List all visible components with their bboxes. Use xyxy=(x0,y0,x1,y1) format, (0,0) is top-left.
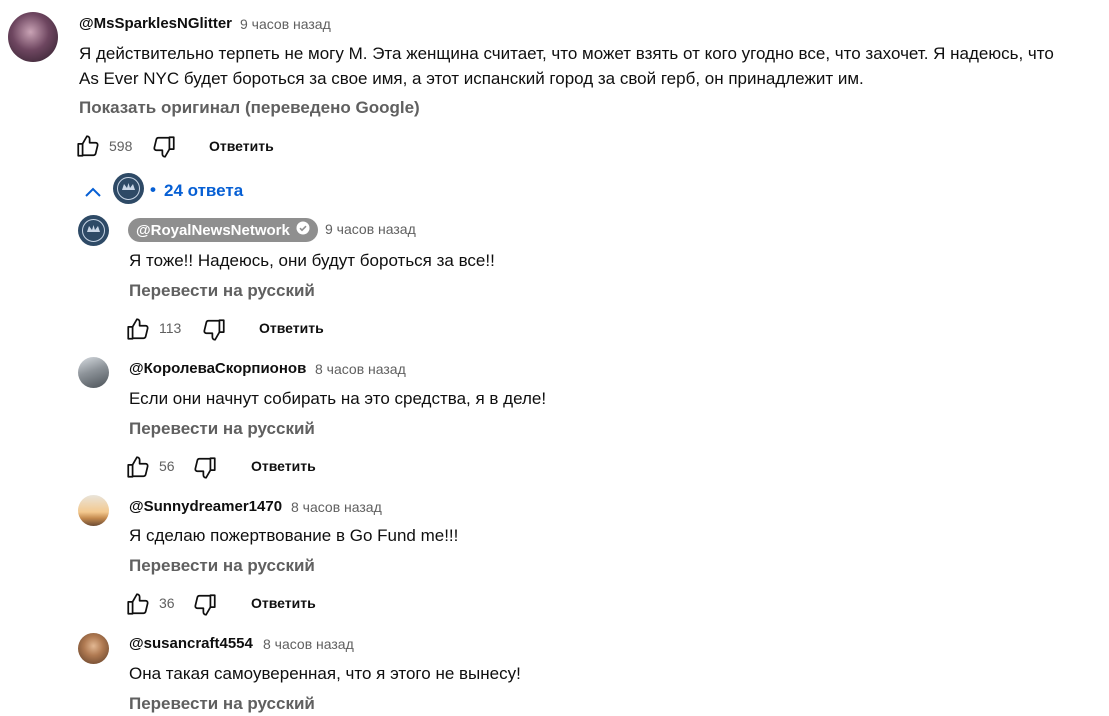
dislike-icon[interactable] xyxy=(192,455,218,481)
translate-link[interactable]: Перевести на русский xyxy=(129,281,315,301)
reply-avatar[interactable] xyxy=(78,495,109,526)
like-icon[interactable] xyxy=(125,316,151,342)
chevron-up-icon[interactable] xyxy=(82,182,104,202)
like-count: 36 xyxy=(159,595,175,611)
translate-link[interactable]: Перевести на русский xyxy=(129,556,315,576)
reply-button[interactable]: Ответить xyxy=(251,595,316,611)
main-comment-avatar[interactable] xyxy=(8,12,58,62)
reply-author[interactable]: @susancraft4554 xyxy=(129,635,253,652)
translate-link[interactable]: Перевести на русский xyxy=(129,694,315,714)
translate-link[interactable]: Перевести на русский xyxy=(129,419,315,439)
reply-author[interactable]: @Sunnydreamer1470 xyxy=(129,498,282,515)
reply-author: @RoyalNewsNetwork xyxy=(136,221,290,239)
replies-count-button[interactable]: 24 ответа xyxy=(164,181,243,201)
reply-avatar[interactable] xyxy=(78,215,109,246)
like-icon[interactable] xyxy=(125,591,151,617)
reply-text: Я сделаю пожертвование в Go Fund me!!! xyxy=(129,526,459,545)
verified-icon xyxy=(296,221,310,239)
reply-author[interactable]: @КоролеваСкорпионов xyxy=(129,360,306,377)
reply-time[interactable]: 9 часов назад xyxy=(325,221,416,237)
reply-avatar[interactable] xyxy=(78,633,109,664)
reply-text: Я тоже!! Надеюсь, они будут бороться за … xyxy=(129,251,495,270)
show-original-link[interactable]: Показать оригинал (переведено Google) xyxy=(79,98,420,118)
reply-text: Она такая самоуверенная, что я этого не … xyxy=(129,664,521,683)
like-icon[interactable] xyxy=(75,133,101,159)
reply-time[interactable]: 8 часов назад xyxy=(291,499,382,515)
reply-text: Если они начнут собирать на это средства… xyxy=(129,389,547,408)
dislike-icon[interactable] xyxy=(151,134,177,160)
reply-time[interactable]: 8 часов назад xyxy=(263,636,354,652)
like-count: 113 xyxy=(159,320,182,336)
creator-avatar-small xyxy=(113,173,144,204)
main-comment-text-line1: Я действительно терпеть не могу М. Эта ж… xyxy=(79,44,1054,63)
replies-bullet: • xyxy=(150,180,156,199)
like-icon[interactable] xyxy=(125,454,151,480)
reply-time[interactable]: 8 часов назад xyxy=(315,361,406,377)
creator-author-chip[interactable]: @RoyalNewsNetwork xyxy=(128,218,318,242)
reply-avatar[interactable] xyxy=(78,357,109,388)
dislike-icon[interactable] xyxy=(201,317,227,343)
reply-button[interactable]: Ответить xyxy=(209,138,274,154)
like-count: 56 xyxy=(159,458,175,474)
main-comment-time[interactable]: 9 часов назад xyxy=(240,16,331,32)
reply-button[interactable]: Ответить xyxy=(259,320,324,336)
dislike-icon[interactable] xyxy=(192,592,218,618)
main-comment-text-line2: As Ever NYC будет бороться за свое имя, … xyxy=(79,69,864,88)
main-comment-author[interactable]: @MsSparklesNGlitter xyxy=(79,15,232,32)
reply-button[interactable]: Ответить xyxy=(251,458,316,474)
like-count: 598 xyxy=(109,138,133,154)
